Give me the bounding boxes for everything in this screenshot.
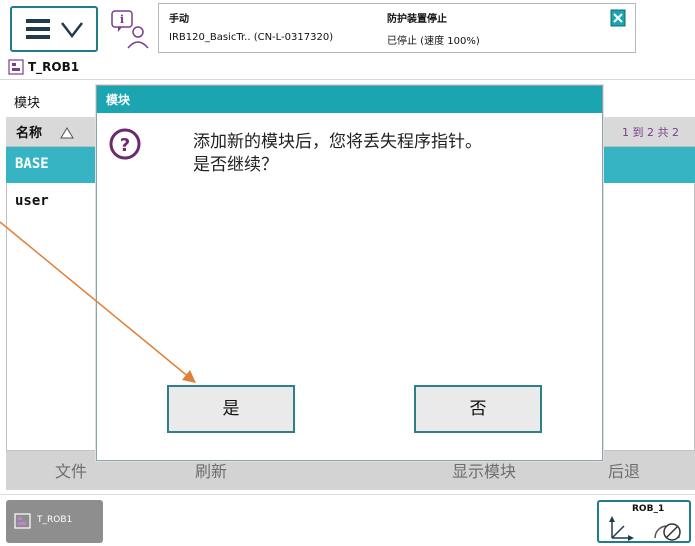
- list-item[interactable]: user: [15, 193, 49, 209]
- question-icon: ?: [108, 127, 142, 161]
- status-panel[interactable]: 手动 IRB120_BasicTr.. (CN-L-0317320) 防护装置停…: [158, 3, 636, 53]
- task-bar: [0, 494, 695, 545]
- svg-text:?: ?: [120, 135, 130, 156]
- column-header-name[interactable]: 名称: [16, 122, 42, 141]
- refresh-button[interactable]: 刷新: [195, 458, 227, 482]
- sort-up-icon[interactable]: [60, 124, 74, 139]
- speed-status: 已停止 (速度 100%): [387, 36, 480, 47]
- task-icon: [14, 512, 34, 530]
- list-item-label: BASE: [15, 156, 49, 172]
- dialog-message: 添加新的模块后，您将丢失程序指针。: [193, 132, 482, 152]
- task-icon: [8, 58, 26, 76]
- svg-text:i: i: [120, 13, 124, 26]
- speed-icon: [652, 518, 682, 542]
- task-window-label: T_ROB1: [37, 515, 73, 525]
- guard-status: 防护装置停止: [387, 14, 447, 25]
- chevron-down-icon: [60, 14, 84, 50]
- file-menu-button[interactable]: 文件: [55, 458, 87, 482]
- no-button[interactable]: 否: [414, 385, 542, 433]
- page-count: 1 到 2 共 2: [622, 126, 679, 139]
- main-menu-button[interactable]: [10, 6, 98, 52]
- dialog-title: 模块: [106, 93, 131, 107]
- axes-icon: [604, 512, 640, 542]
- info-icon[interactable]: i: [108, 8, 152, 52]
- menu-icon: [26, 19, 50, 39]
- operating-mode: 手动: [169, 14, 189, 25]
- show-module-button[interactable]: 显示模块: [452, 458, 516, 482]
- back-button[interactable]: 后退: [608, 458, 640, 482]
- tab-modules[interactable]: 模块: [14, 92, 40, 111]
- dialog-title-bar: [97, 86, 602, 113]
- close-icon[interactable]: [610, 9, 626, 27]
- view-title: T_ROB1: [28, 60, 80, 74]
- dialog-message-question: 是否继续？: [193, 155, 278, 175]
- robot-system-name: IRB120_BasicTr.. (CN-L-0317320): [169, 32, 334, 43]
- view-title-bar: [0, 56, 695, 80]
- yes-button[interactable]: 是: [167, 385, 295, 433]
